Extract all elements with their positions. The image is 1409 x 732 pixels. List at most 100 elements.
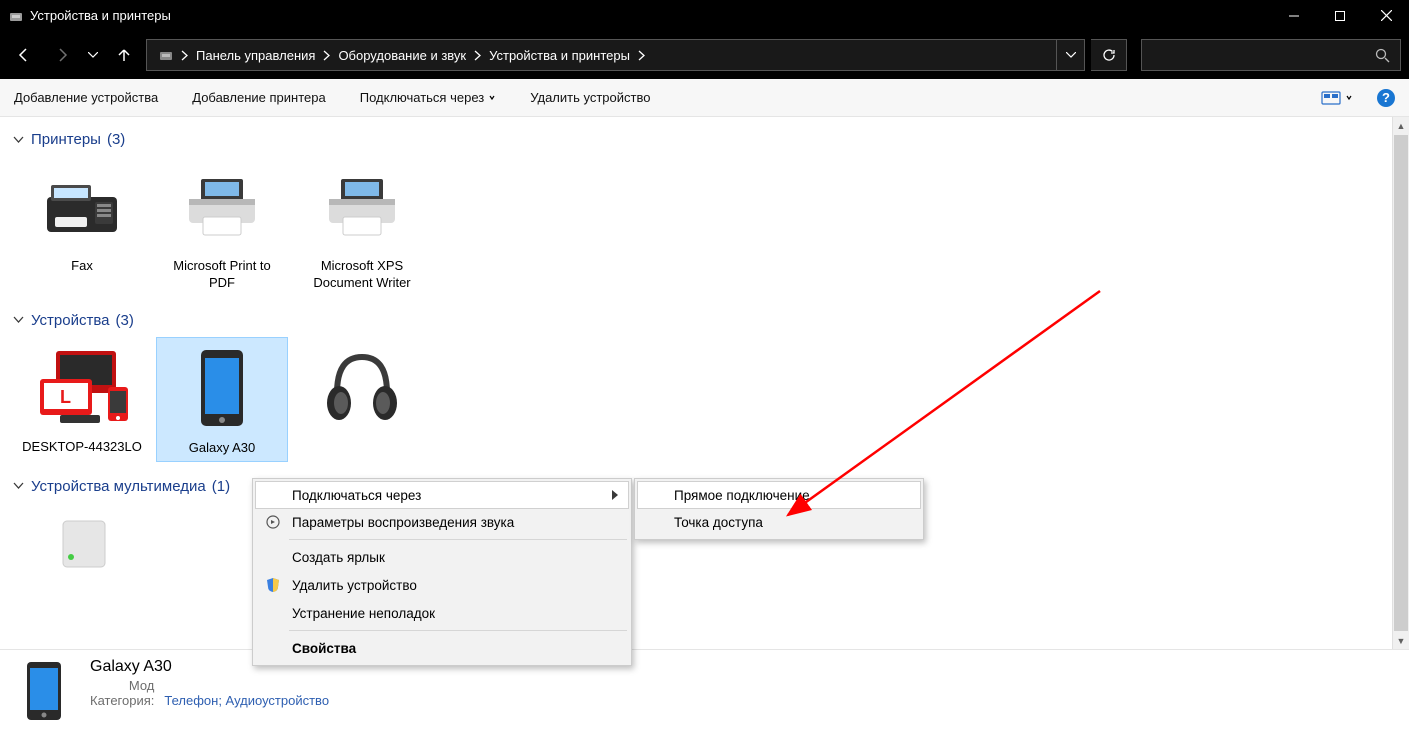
chevron-down-icon	[12, 482, 25, 490]
sound-icon	[264, 513, 282, 531]
menu-properties[interactable]: Свойства	[256, 634, 628, 662]
menu-label: Свойства	[292, 641, 356, 656]
details-pane: Galaxy A30 Мод Категория: Телефон; Аудио…	[0, 649, 1409, 732]
device-label: Microsoft XPS Document Writer	[300, 258, 424, 292]
window-controls	[1271, 0, 1409, 31]
chevron-down-icon	[12, 316, 25, 324]
media-device-icon	[34, 509, 134, 579]
menu-troubleshoot[interactable]: Устранение неполадок	[256, 599, 628, 627]
submenu-direct[interactable]: Прямое подключение	[637, 481, 921, 509]
refresh-button[interactable]	[1091, 39, 1127, 71]
remove-device-button[interactable]: Удалить устройство	[530, 90, 650, 105]
menu-label: Параметры воспроизведения звука	[292, 515, 514, 530]
menu-sound-params[interactable]: Параметры воспроизведения звука	[256, 508, 628, 536]
group-label: Устройства	[31, 312, 109, 329]
menu-label: Точка доступа	[674, 515, 763, 530]
window-icon	[8, 8, 24, 24]
group-header-devices[interactable]: Устройства (3)	[8, 302, 1401, 333]
add-printer-button[interactable]: Добавление принтера	[192, 90, 325, 105]
chevron-down-icon	[1345, 95, 1353, 101]
breadcrumb-sep-icon[interactable]	[472, 50, 483, 61]
device-item-print-pdf[interactable]: Microsoft Print to PDF	[156, 156, 288, 296]
device-item-media[interactable]	[34, 503, 134, 583]
minimize-button[interactable]	[1271, 0, 1317, 31]
command-bar: Добавление устройства Добавление принтер…	[0, 79, 1409, 117]
group-label: Принтеры	[31, 131, 101, 148]
content-area: Принтеры (3) Fax	[0, 117, 1409, 649]
phone-icon	[172, 344, 272, 434]
device-item-fax[interactable]: Fax	[16, 156, 148, 296]
submenu-access-point[interactable]: Точка доступа	[638, 508, 920, 536]
device-item-desktop[interactable]: L DESKTOP-44323LO	[16, 337, 148, 462]
breadcrumb-bar[interactable]: Панель управления Оборудование и звук Ус…	[146, 39, 1085, 71]
device-item-xps-writer[interactable]: Microsoft XPS Document Writer	[296, 156, 428, 296]
navbar: Панель управления Оборудование и звук Ус…	[0, 31, 1409, 79]
maximize-button[interactable]	[1317, 0, 1363, 31]
menu-label: Создать ярлык	[292, 550, 385, 565]
scroll-up-button[interactable]: ▲	[1393, 117, 1409, 134]
breadcrumb-segment[interactable]: Панель управления	[190, 40, 321, 70]
shield-icon	[264, 576, 282, 594]
group-header-printers[interactable]: Принтеры (3)	[8, 121, 1401, 152]
computer-icon: L	[32, 343, 132, 433]
svg-text:L: L	[60, 387, 71, 407]
scrollbar[interactable]: ▲ ▼	[1392, 117, 1409, 649]
chevron-down-icon	[12, 136, 25, 144]
device-label: Microsoft Print to PDF	[160, 258, 284, 292]
printers-row: Fax Microsoft Print to PDF	[8, 152, 1401, 302]
forward-button[interactable]	[46, 39, 78, 71]
window-title: Устройства и принтеры	[30, 8, 171, 23]
device-item-headphones[interactable]	[296, 337, 428, 462]
connect-via-label: Подключаться через	[360, 90, 485, 105]
device-label: Fax	[71, 258, 93, 275]
submenu-arrow-icon	[612, 488, 618, 503]
help-button[interactable]: ?	[1377, 89, 1395, 107]
printer-icon	[172, 162, 272, 252]
device-item-galaxy-a30[interactable]: Galaxy A30	[156, 337, 288, 462]
breadcrumb-dropdown[interactable]	[1056, 40, 1084, 70]
headphones-icon	[312, 343, 412, 433]
menu-create-shortcut[interactable]: Создать ярлык	[256, 543, 628, 571]
details-category-label: Категория:	[90, 693, 154, 708]
menu-label: Подключаться через	[292, 488, 421, 503]
context-menu: Подключаться через Параметры воспроизвед…	[252, 478, 632, 666]
breadcrumb-sep-icon[interactable]	[321, 50, 332, 61]
search-input[interactable]	[1141, 39, 1401, 71]
up-button[interactable]	[108, 39, 140, 71]
devices-row: L DESKTOP-44323LO Galaxy A30	[8, 333, 1401, 468]
menu-label: Прямое подключение	[674, 488, 810, 503]
search-icon	[1375, 48, 1390, 63]
breadcrumb-segment[interactable]: Устройства и принтеры	[483, 40, 636, 70]
group-count: (1)	[212, 478, 230, 495]
details-category-value: Телефон; Аудиоустройство	[164, 693, 329, 708]
device-label: DESKTOP-44323LO	[22, 439, 142, 456]
context-submenu: Прямое подключение Точка доступа	[634, 478, 924, 540]
breadcrumb-segment[interactable]: Оборудование и звук	[332, 40, 472, 70]
breadcrumb-sep-icon[interactable]	[179, 50, 190, 61]
close-button[interactable]	[1363, 0, 1409, 31]
group-count: (3)	[107, 131, 125, 148]
scroll-thumb[interactable]	[1394, 135, 1408, 631]
menu-remove-device[interactable]: Удалить устройство	[256, 571, 628, 599]
menu-label: Удалить устройство	[292, 578, 417, 593]
details-model-label: Мод	[90, 678, 154, 693]
view-options-button[interactable]	[1321, 91, 1353, 105]
connect-via-button[interactable]: Подключаться через	[360, 90, 497, 105]
history-dropdown[interactable]	[84, 39, 102, 71]
group-count: (3)	[115, 312, 133, 329]
menu-connect-via[interactable]: Подключаться через	[255, 481, 629, 509]
menu-separator	[289, 539, 627, 540]
group-label: Устройства мультимедиа	[31, 478, 206, 495]
breadcrumb-sep-icon[interactable]	[636, 50, 647, 61]
folder-icon[interactable]	[153, 40, 179, 70]
menu-label: Устранение неполадок	[292, 606, 435, 621]
printer-icon	[312, 162, 412, 252]
fax-icon	[32, 162, 132, 252]
device-label: Galaxy A30	[189, 440, 256, 457]
details-phone-icon	[14, 658, 74, 724]
add-device-button[interactable]: Добавление устройства	[14, 90, 158, 105]
back-button[interactable]	[8, 39, 40, 71]
titlebar: Устройства и принтеры	[0, 0, 1409, 31]
chevron-down-icon	[488, 95, 496, 101]
scroll-down-button[interactable]: ▼	[1393, 632, 1409, 649]
